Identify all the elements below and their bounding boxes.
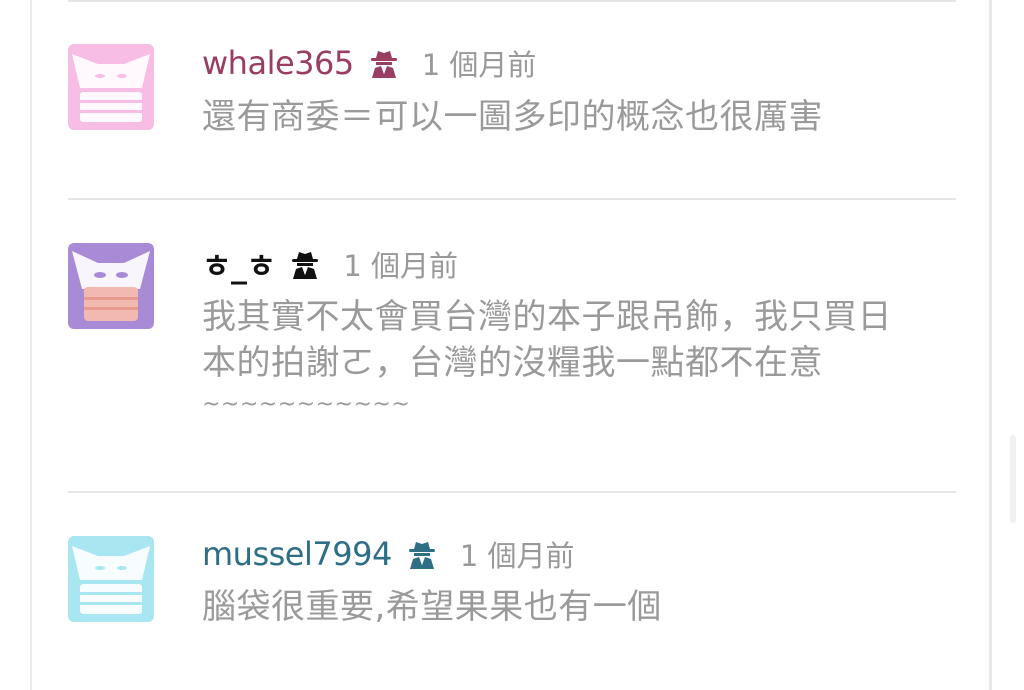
- comment-text: 還有商委＝可以一圖多印的概念也很厲害: [202, 94, 942, 140]
- avatar[interactable]: [68, 536, 154, 622]
- divider: [68, 0, 956, 2]
- scrollbar-thumb[interactable]: [1010, 435, 1016, 523]
- timestamp: 1 個月前: [459, 539, 575, 573]
- comment-header: ㅎ_ㅎ 1 個月前: [202, 241, 459, 287]
- comment-header: mussel7994 1 個月前: [202, 534, 574, 574]
- spy-icon: [368, 47, 400, 79]
- avatar[interactable]: [68, 243, 154, 329]
- comment-line: ~~~~~~~~~~~: [202, 392, 411, 417]
- spy-icon: [406, 538, 438, 570]
- page-edge-left: [30, 0, 32, 690]
- divider: [68, 198, 956, 200]
- timestamp: 1 個月前: [421, 48, 537, 82]
- avatar[interactable]: [68, 44, 154, 130]
- username[interactable]: whale365: [202, 44, 354, 82]
- comment-header: whale365 1 個月前: [202, 43, 536, 83]
- comment-line: 我其實不太會買台灣的本子跟吊飾，我只買日: [202, 297, 892, 337]
- comment-text: 腦袋很重要,希望果果也有一個: [202, 584, 942, 630]
- comment-line: 本的拍謝ㄛ，台灣的沒糧我一點都不在意: [202, 343, 823, 383]
- page-edge-right: [989, 0, 992, 690]
- username[interactable]: ㅎ_ㅎ: [202, 241, 276, 287]
- spy-icon: [289, 248, 321, 280]
- comment-line: 還有商委＝可以一圖多印的概念也很厲害: [202, 97, 823, 137]
- divider: [68, 491, 956, 493]
- username[interactable]: mussel7994: [202, 535, 392, 573]
- comment-text: 我其實不太會買台灣的本子跟吊飾，我只買日 本的拍謝ㄛ，台灣的沒糧我一點都不在意 …: [202, 294, 942, 424]
- comment-line: 腦袋很重要,希望果果也有一個: [202, 587, 662, 627]
- timestamp: 1 個月前: [343, 249, 459, 283]
